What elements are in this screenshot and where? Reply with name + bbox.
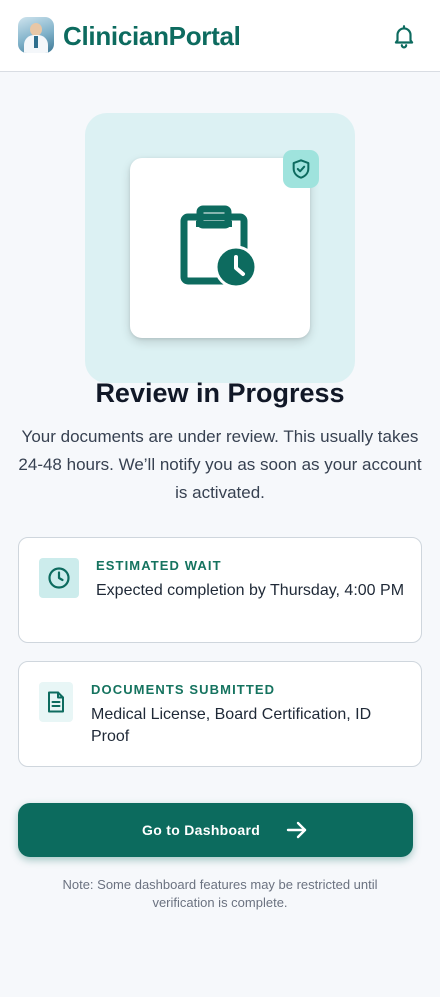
app-header: ClinicianPortal bbox=[0, 0, 440, 72]
document-icon bbox=[39, 682, 73, 722]
clipboard-clock-icon bbox=[180, 205, 260, 289]
page-subtitle: Your documents are under review. This us… bbox=[18, 427, 422, 502]
go-to-dashboard-button[interactable]: Go to Dashboard bbox=[18, 803, 413, 857]
arrow-right-icon bbox=[286, 821, 307, 839]
documents-submitted-card: DOCUMENTS SUBMITTED Medical License, Boa… bbox=[18, 661, 422, 767]
page-title: Review in Progress bbox=[95, 378, 345, 408]
estimated-wait-label: ESTIMATED WAIT bbox=[96, 558, 222, 573]
estimated-wait-card: ESTIMATED WAIT Expected completion by Th… bbox=[18, 537, 422, 643]
documents-submitted-label: DOCUMENTS SUBMITTED bbox=[91, 682, 276, 697]
shield-check-icon bbox=[283, 150, 319, 188]
brand-title[interactable]: ClinicianPortal bbox=[63, 20, 241, 52]
documents-submitted-text: Medical License, Board Certification, ID… bbox=[91, 706, 372, 745]
restriction-note: Note: Some dashboard features may be res… bbox=[62, 877, 378, 910]
estimated-wait-text: Expected completion by Thursday, 4:00 PM bbox=[96, 582, 405, 599]
clock-icon bbox=[39, 558, 79, 598]
doctor-avatar-icon[interactable] bbox=[18, 17, 54, 53]
go-to-dashboard-label: Go to Dashboard bbox=[142, 822, 261, 838]
bell-icon[interactable] bbox=[391, 23, 417, 49]
